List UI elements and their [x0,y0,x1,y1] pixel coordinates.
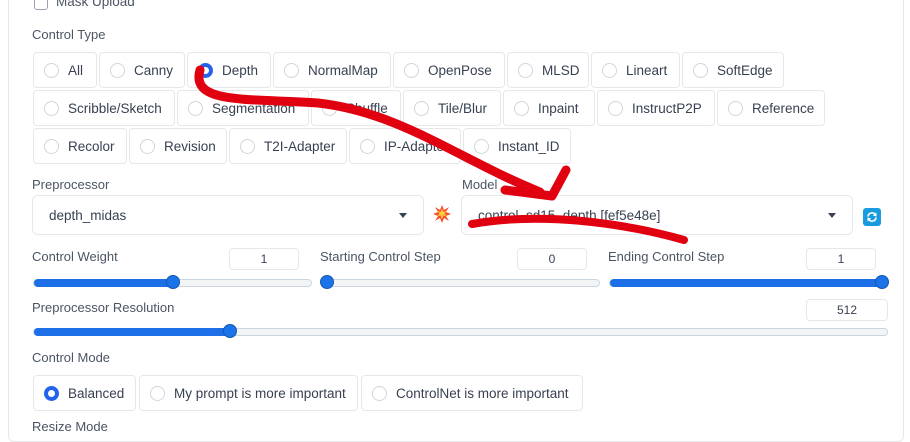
annotation-stroke [194,65,688,244]
annotation-arrow [194,65,688,244]
